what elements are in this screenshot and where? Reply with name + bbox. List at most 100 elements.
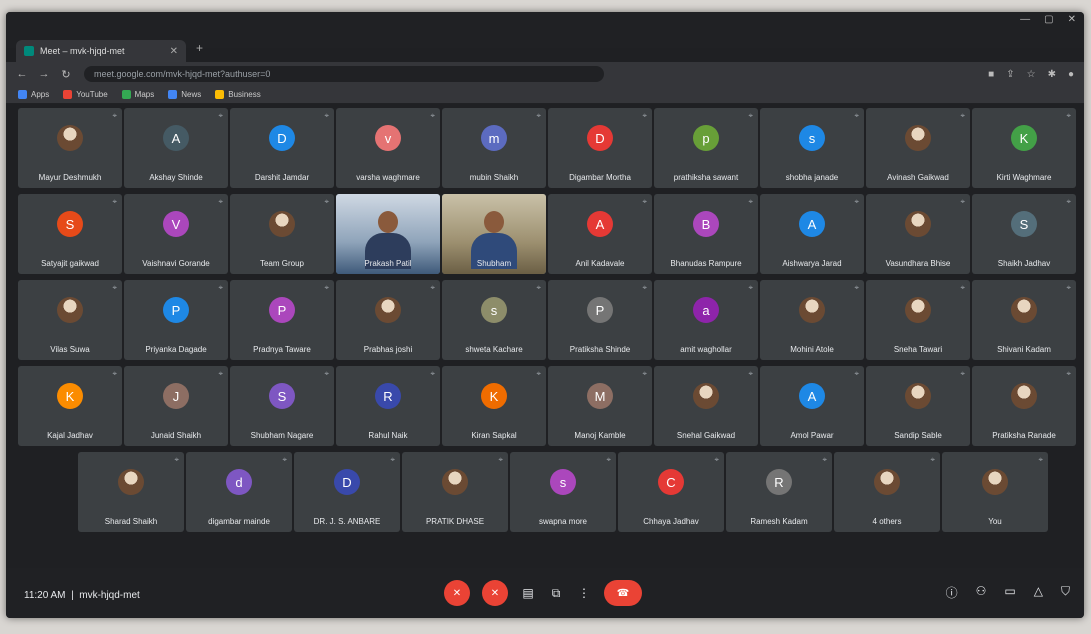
leave-call-button[interactable]: ☎ (604, 580, 642, 606)
more-options-icon[interactable]: ⋮ (576, 580, 592, 606)
participant-tile[interactable]: ⌖ 4 others (834, 452, 940, 532)
url-field[interactable]: meet.google.com/mvk-hjqd-met?authuser=0 (84, 66, 604, 82)
participant-tile[interactable]: ⌖ v varsha waghmare (336, 108, 440, 188)
pin-icon[interactable]: ⌖ (748, 283, 753, 293)
participant-tile[interactable]: ⌖ Pratiksha Ranade (972, 366, 1076, 446)
participant-tile[interactable]: ⌖ PRATIK DHASE (402, 452, 508, 532)
pin-icon[interactable]: ⌖ (960, 283, 965, 293)
bookmark-item[interactable]: YouTube (63, 90, 108, 99)
pin-icon[interactable]: ⌖ (112, 111, 117, 121)
pin-icon[interactable]: ⌖ (1066, 197, 1071, 207)
video-tile[interactable]: Prakash Patil (336, 194, 440, 274)
people-icon[interactable]: ⚇ (976, 584, 987, 601)
pin-icon[interactable]: ⌖ (390, 455, 395, 465)
pin-icon[interactable]: ⌖ (642, 111, 647, 121)
pin-icon[interactable]: ⌖ (218, 283, 223, 293)
participant-tile[interactable]: ⌖ D DR. J. S. ANBARE (294, 452, 400, 532)
participant-tile[interactable]: ⌖ Snehal Gaikwad (654, 366, 758, 446)
participant-tile[interactable]: ⌖ S Shaikh Jadhav (972, 194, 1076, 274)
pin-icon[interactable]: ⌖ (218, 197, 223, 207)
participant-tile[interactable]: ⌖ Vilas Suwa (18, 280, 122, 360)
pin-icon[interactable]: ⌖ (748, 197, 753, 207)
participant-tile[interactable]: ⌖ A Amol Pawar (760, 366, 864, 446)
pin-icon[interactable]: ⌖ (642, 283, 647, 293)
participant-tile[interactable]: ⌖ a amit waghollar (654, 280, 758, 360)
host-controls-icon[interactable]: ⛉ (1061, 584, 1070, 601)
bookmark-item[interactable]: Business (215, 90, 261, 99)
participant-tile[interactable]: ⌖ D Darshit Jamdar (230, 108, 334, 188)
video-tile[interactable]: Shubham (442, 194, 546, 274)
participant-tile[interactable]: ⌖ Team Group (230, 194, 334, 274)
participant-tile[interactable]: ⌖ S Shubham Nagare (230, 366, 334, 446)
pin-icon[interactable]: ⌖ (324, 111, 329, 121)
participant-tile[interactable]: ⌖ K Kajal Jadhav (18, 366, 122, 446)
participant-tile[interactable]: ⌖ K Kirti Waghmare (972, 108, 1076, 188)
pin-icon[interactable]: ⌖ (430, 111, 435, 121)
participant-tile[interactable]: ⌖ R Ramesh Kadam (726, 452, 832, 532)
participant-tile[interactable]: ⌖ Sharad Shaikh (78, 452, 184, 532)
participant-tile[interactable]: ⌖ s shweta Kachare (442, 280, 546, 360)
pin-icon[interactable]: ⌖ (854, 111, 859, 121)
pin-icon[interactable]: ⌖ (430, 283, 435, 293)
participant-tile[interactable]: ⌖ M Manoj Kamble (548, 366, 652, 446)
info-icon[interactable]: ⓘ (946, 584, 958, 601)
camera-off-icon[interactable]: ✕ (482, 580, 508, 606)
pin-icon[interactable]: ⌖ (960, 369, 965, 379)
participant-tile[interactable]: ⌖ S Satyajit gaikwad (18, 194, 122, 274)
pin-icon[interactable]: ⌖ (748, 369, 753, 379)
pin-icon[interactable]: ⌖ (854, 283, 859, 293)
profile-icon[interactable]: ● (1068, 69, 1074, 80)
pin-icon[interactable]: ⌖ (112, 197, 117, 207)
participant-tile[interactable]: ⌖ P Pradnya Taware (230, 280, 334, 360)
extensions-icon[interactable]: ✱ (1048, 69, 1056, 80)
pin-icon[interactable]: ⌖ (642, 369, 647, 379)
pin-icon[interactable]: ⌖ (748, 111, 753, 121)
participant-tile[interactable]: ⌖ Sneha Tawari (866, 280, 970, 360)
pin-icon[interactable]: ⌖ (960, 111, 965, 121)
pin-icon[interactable]: ⌖ (112, 283, 117, 293)
pin-icon[interactable]: ⌖ (536, 369, 541, 379)
window-controls[interactable]: — ▢ ✕ (1020, 14, 1076, 25)
pin-icon[interactable]: ⌖ (174, 455, 179, 465)
pin-icon[interactable]: ⌖ (1066, 369, 1071, 379)
browser-tab[interactable]: Meet – mvk-hjqd-met ✕ (16, 40, 186, 62)
participant-tile[interactable]: ⌖ D Digambar Mortha (548, 108, 652, 188)
participant-tile[interactable]: ⌖ p prathiksha sawant (654, 108, 758, 188)
participant-tile[interactable]: ⌖ Vasundhara Bhise (866, 194, 970, 274)
pin-icon[interactable]: ⌖ (1038, 455, 1043, 465)
activities-icon[interactable]: △ (1034, 584, 1043, 601)
pin-icon[interactable]: ⌖ (714, 455, 719, 465)
participant-tile[interactable]: ⌖ s shobha janade (760, 108, 864, 188)
star-icon[interactable]: ☆ (1027, 69, 1036, 80)
pin-icon[interactable]: ⌖ (854, 197, 859, 207)
reload-icon[interactable]: ↻ (60, 68, 72, 81)
participant-tile[interactable]: ⌖ You (942, 452, 1048, 532)
pin-icon[interactable]: ⌖ (930, 455, 935, 465)
participant-tile[interactable]: ⌖ R Rahul Naik (336, 366, 440, 446)
pin-icon[interactable]: ⌖ (218, 369, 223, 379)
present-icon[interactable]: ⧉ (548, 580, 564, 606)
pin-icon[interactable]: ⌖ (854, 369, 859, 379)
participant-tile[interactable]: ⌖ Mohini Atole (760, 280, 864, 360)
bookmark-item[interactable]: Apps (18, 90, 49, 99)
pin-icon[interactable]: ⌖ (822, 455, 827, 465)
participant-tile[interactable]: ⌖ Sandip Sable (866, 366, 970, 446)
pin-icon[interactable]: ⌖ (498, 455, 503, 465)
pin-icon[interactable]: ⌖ (324, 369, 329, 379)
participant-tile[interactable]: ⌖ P Pratiksha Shinde (548, 280, 652, 360)
participant-tile[interactable]: ⌖ Prabhas joshi (336, 280, 440, 360)
participant-tile[interactable]: ⌖ Avinash Gaikwad (866, 108, 970, 188)
close-tab-icon[interactable]: ✕ (170, 46, 178, 57)
pin-icon[interactable]: ⌖ (536, 111, 541, 121)
participant-tile[interactable]: ⌖ A Anil Kadavale (548, 194, 652, 274)
pin-icon[interactable]: ⌖ (430, 369, 435, 379)
participant-tile[interactable]: ⌖ A Akshay Shinde (124, 108, 228, 188)
participant-tile[interactable]: ⌖ P Priyanka Dagade (124, 280, 228, 360)
back-icon[interactable]: ← (16, 68, 28, 80)
participant-tile[interactable]: ⌖ s swapna more (510, 452, 616, 532)
pin-icon[interactable]: ⌖ (218, 111, 223, 121)
pin-icon[interactable]: ⌖ (536, 283, 541, 293)
participant-tile[interactable]: ⌖ B Bhanudas Rampure (654, 194, 758, 274)
pin-icon[interactable]: ⌖ (324, 283, 329, 293)
pin-icon[interactable]: ⌖ (1066, 111, 1071, 121)
